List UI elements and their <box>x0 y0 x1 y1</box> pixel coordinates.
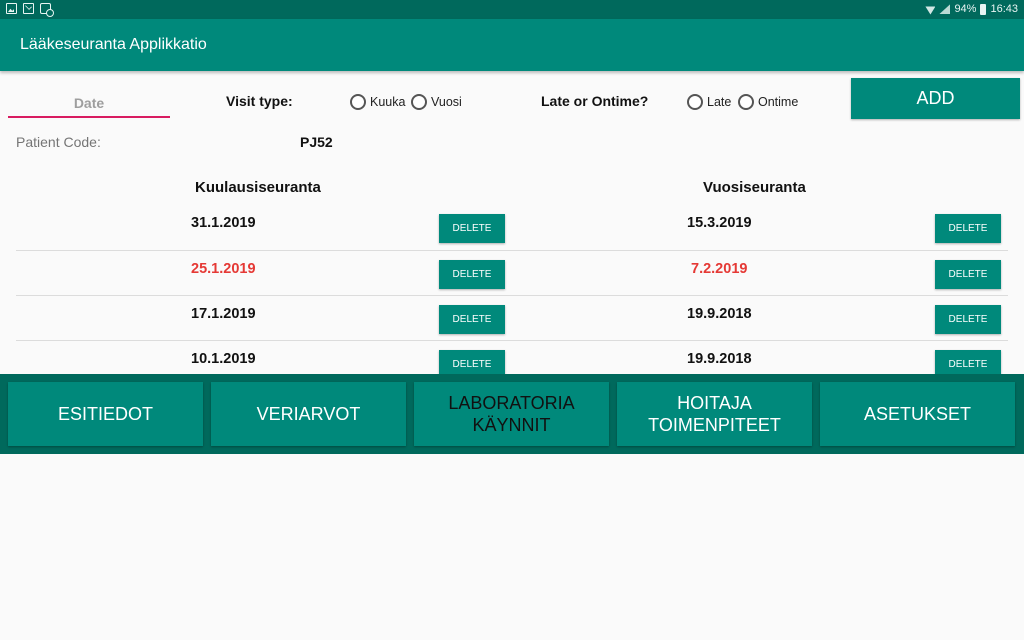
patient-code-label: Patient Code: <box>16 134 101 150</box>
radio-circle-icon[interactable] <box>411 94 427 110</box>
table-row: 17.1.2019 DELETE 19.9.2018 DELETE <box>16 296 1008 341</box>
battery-icon <box>980 3 987 15</box>
status-bar: 94% 16:43 <box>0 0 1024 19</box>
signal-icon <box>939 4 951 14</box>
date-input[interactable]: Date <box>8 88 170 118</box>
radio-vuosi[interactable]: Vuosi <box>411 94 462 110</box>
table-row: 25.1.2019 DELETE 7.2.2019 DELETE <box>16 251 1008 296</box>
nav-hoitaja-button[interactable]: HOITAJA TOIMENPITEET <box>617 382 812 446</box>
clock: 16:43 <box>990 3 1018 15</box>
delete-button[interactable]: DELETE <box>439 260 505 289</box>
add-button[interactable]: ADD <box>851 78 1020 119</box>
visit-type-label: Visit type: <box>226 93 293 109</box>
right-visit-date: 15.3.2019 <box>687 215 752 231</box>
radio-label: Kuuka <box>370 95 406 109</box>
battery-percent: 94% <box>954 3 977 15</box>
nav-laboratoria-button[interactable]: LABORATORIA KÄYNNIT <box>414 382 609 446</box>
left-visit-date: 25.1.2019 <box>191 261 256 277</box>
right-visit-date: 7.2.2019 <box>691 261 748 277</box>
radio-label: Vuosi <box>431 95 462 109</box>
radio-label: Ontime <box>758 95 799 109</box>
right-column-title: Vuosiseuranta <box>703 179 806 196</box>
right-visit-date: 19.9.2018 <box>687 306 752 322</box>
wifi-icon <box>925 5 935 14</box>
left-visit-date: 31.1.2019 <box>191 215 256 231</box>
app-title: Lääkeseuranta Applikkatio <box>20 36 207 53</box>
radio-ontime[interactable]: Ontime <box>738 94 798 110</box>
radio-circle-icon[interactable] <box>350 94 366 110</box>
nav-asetukset-button[interactable]: ASETUKSET <box>820 382 1015 446</box>
mail-icon <box>23 3 34 14</box>
radio-late[interactable]: Late <box>687 94 731 110</box>
image-icon <box>6 3 17 14</box>
app-bar: Lääkeseuranta Applikkatio <box>0 19 1024 71</box>
left-column-title: Kuulausiseuranta <box>195 179 321 196</box>
radio-circle-icon[interactable] <box>687 94 703 110</box>
nav-esitiedot-button[interactable]: ESITIEDOT <box>8 382 203 446</box>
left-visit-date: 10.1.2019 <box>191 351 256 367</box>
delete-button[interactable]: DELETE <box>935 305 1001 334</box>
radio-label: Late <box>707 95 732 109</box>
gear-icon <box>40 3 54 17</box>
delete-button[interactable]: DELETE <box>439 305 505 334</box>
nav-veriarvot-button[interactable]: VERIARVOT <box>211 382 406 446</box>
late-ontime-label: Late or Ontime? <box>541 93 649 109</box>
radio-circle-icon[interactable] <box>738 94 754 110</box>
right-visit-date: 19.9.2018 <box>687 351 752 367</box>
delete-button[interactable]: DELETE <box>439 214 505 243</box>
bottom-navigation: ESITIEDOT VERIARVOT LABORATORIA KÄYNNIT … <box>0 374 1024 454</box>
table-row: 31.1.2019 DELETE 15.3.2019 DELETE <box>16 206 1008 251</box>
delete-button[interactable]: DELETE <box>935 260 1001 289</box>
patient-code-value: PJ52 <box>300 134 333 150</box>
delete-button[interactable]: DELETE <box>935 214 1001 243</box>
radio-kuuka[interactable]: Kuuka <box>350 94 405 110</box>
left-visit-date: 17.1.2019 <box>191 306 256 322</box>
